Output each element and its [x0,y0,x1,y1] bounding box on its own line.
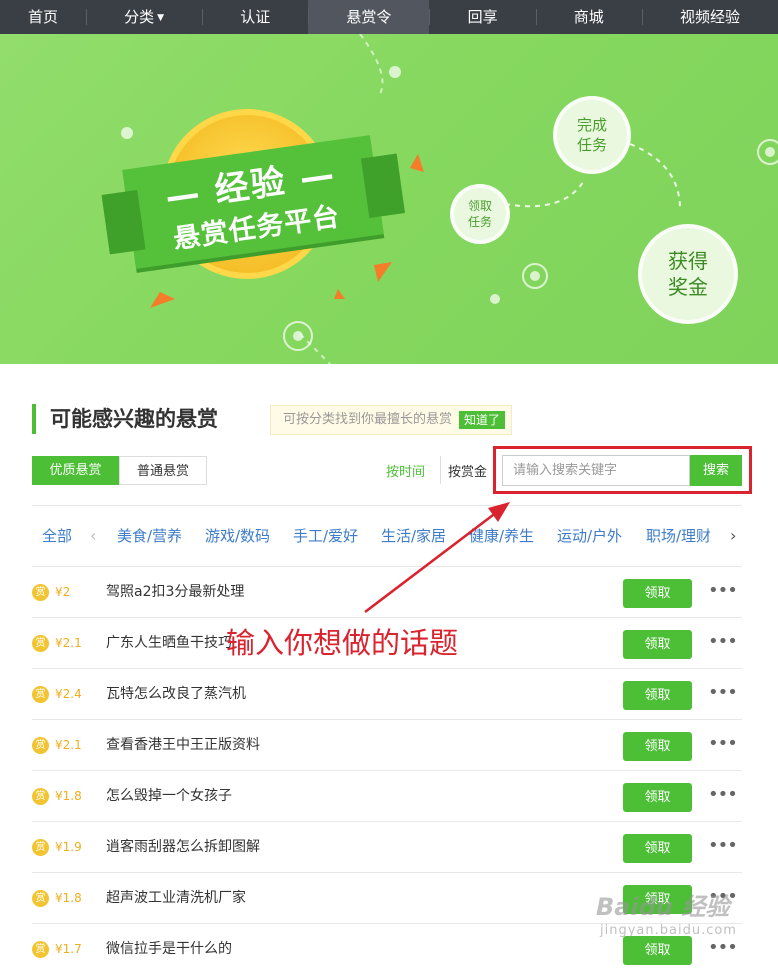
nav-mall[interactable]: 商城 [535,0,642,34]
more-icon[interactable]: ••• [708,783,738,807]
chevron-left-icon[interactable]: ‹ [90,523,96,549]
category-games[interactable]: 游戏/数码 [205,523,270,549]
category-food[interactable]: 美食/营养 [117,523,182,549]
nav-home-label: 首页 [27,8,58,26]
more-icon[interactable]: ••• [708,732,738,756]
task-title[interactable]: 广东人生晒鱼干技巧 [106,633,232,654]
watermark-logo: Baidu 经验 [596,893,730,921]
list-item: 赏 ¥2.4 瓦特怎么改良了蒸汽机 领取 ••• [32,669,742,720]
step-reward-label: 获得 奖金 [668,249,708,299]
reward-amount: ¥2.1 [55,636,82,650]
task-title[interactable]: 逍客雨刮器怎么拆卸图解 [106,837,260,858]
task-title[interactable]: 查看香港王中王正版资料 [106,735,260,756]
claim-button[interactable]: 领取 [623,732,692,761]
nav-certify[interactable]: 认证 [202,0,308,34]
tip-box: 可按分类找到你最擅长的悬赏 知道了 [270,405,513,435]
annotation-highlight-box [493,446,752,494]
more-icon[interactable]: ••• [708,681,738,705]
coin-icon: 赏 [32,941,49,958]
nav-video[interactable]: 视频经验 [641,0,778,34]
sort-by-time[interactable]: 按时间 [386,461,425,480]
category-sports[interactable]: 运动/户外 [557,523,622,549]
reward-amount: ¥1.9 [55,840,82,854]
list-item: 赏 ¥2 驾照a2扣3分最新处理 领取 ••• [32,567,742,618]
coin-icon: 赏 [32,890,49,907]
nav-share[interactable]: 回享 [429,0,535,34]
list-item: 赏 ¥1.8 怎么毁掉一个女孩子 领取 ••• [32,771,742,822]
step-get-reward: 获得 奖金 [638,224,738,324]
coin-icon: 赏 [32,686,49,703]
task-title[interactable]: 超声波工业清洗机厂家 [106,888,246,909]
task-title[interactable]: 微信拉手是干什么的 [106,939,232,960]
coin-icon: 赏 [32,584,49,601]
reward-amount: ¥2.1 [55,738,82,752]
more-icon[interactable]: ••• [708,579,738,603]
claim-button[interactable]: 领取 [623,834,692,863]
step-complete-task: 完成 任务 [553,96,631,174]
coin-icon: 赏 [32,788,49,805]
coin-icon: 赏 [32,635,49,652]
claim-button[interactable]: 领取 [623,579,692,608]
list-item: 赏 ¥1.9 逍客雨刮器怎么拆卸图解 领取 ••• [32,822,742,873]
sort-by-reward[interactable]: 按赏金 [448,461,487,480]
watermark-url: jingyan.baidu.com [600,923,737,938]
tab-normal-reward[interactable]: 普通悬赏 [119,456,207,485]
reward-amount: ¥1.7 [55,942,82,956]
list-item: 赏 ¥2.1 查看香港王中王正版资料 领取 ••• [32,720,742,771]
task-title[interactable]: 驾照a2扣3分最新处理 [106,582,244,603]
tab-quality-reward[interactable]: 优质悬赏 [32,456,119,485]
category-career[interactable]: 职场/理财 [646,523,711,549]
annotation-text: 输入你想做的话题 [226,626,459,660]
category-health[interactable]: 健康/养生 [469,523,534,549]
reward-amount: ¥1.8 [55,789,82,803]
coin-icon: 赏 [32,737,49,754]
task-title[interactable]: 瓦特怎么改良了蒸汽机 [106,684,246,705]
category-home[interactable]: 生活/家居 [381,523,446,549]
nav-reward-order[interactable]: 悬赏令 [308,0,430,34]
category-craft[interactable]: 手工/爱好 [293,523,358,549]
chevron-down-icon: ▼ [157,13,165,23]
coin-icon: 赏 [32,839,49,856]
baidu-watermark: Baidu 经验 jingyan.baidu.com [596,887,746,947]
top-nav: 首页 分类 ▼ 认证 悬赏令 回享 商城 视频经验 [0,0,778,34]
tip-dismiss-button[interactable]: 知道了 [459,411,506,429]
task-title[interactable]: 怎么毁掉一个女孩子 [106,786,232,807]
category-bar: 全部 ‹ 美食/营养 游戏/数码 手工/爱好 生活/家居 健康/养生 运动/户外… [32,523,750,549]
step-claim-task: 领取 任务 [450,184,510,244]
reward-amount: ¥1.8 [55,891,82,905]
claim-button[interactable]: 领取 [623,783,692,812]
divider [32,505,742,506]
step-claim-label: 领取 任务 [467,199,492,229]
reward-amount: ¥2 [55,585,71,599]
nav-certify-label: 认证 [240,8,271,26]
nav-home[interactable]: 首页 [0,0,86,34]
nav-mall-label: 商城 [573,8,604,26]
category-all[interactable]: 全部 [42,523,72,549]
chevron-right-icon[interactable]: › [730,523,736,549]
claim-button[interactable]: 领取 [623,630,692,659]
claim-button[interactable]: 领取 [623,681,692,710]
hero-banner: — 经验 — 悬赏任务平台 领取 任务 完成 任务 获得 奖金 [0,34,778,364]
step-complete-label: 完成 任务 [576,116,607,154]
nav-video-label: 视频经验 [679,8,740,26]
nav-share-label: 回享 [467,8,498,26]
section-title: 可能感兴趣的悬赏 [32,404,218,434]
more-icon[interactable]: ••• [708,834,738,858]
reward-amount: ¥2.4 [55,687,82,701]
nav-category-label: 分类 [124,8,155,26]
sort-divider [440,456,441,484]
nav-reward-order-label: 悬赏令 [346,8,392,26]
nav-category[interactable]: 分类 ▼ [86,0,202,34]
tip-text: 可按分类找到你最擅长的悬赏 [283,412,453,427]
more-icon[interactable]: ••• [708,630,738,654]
